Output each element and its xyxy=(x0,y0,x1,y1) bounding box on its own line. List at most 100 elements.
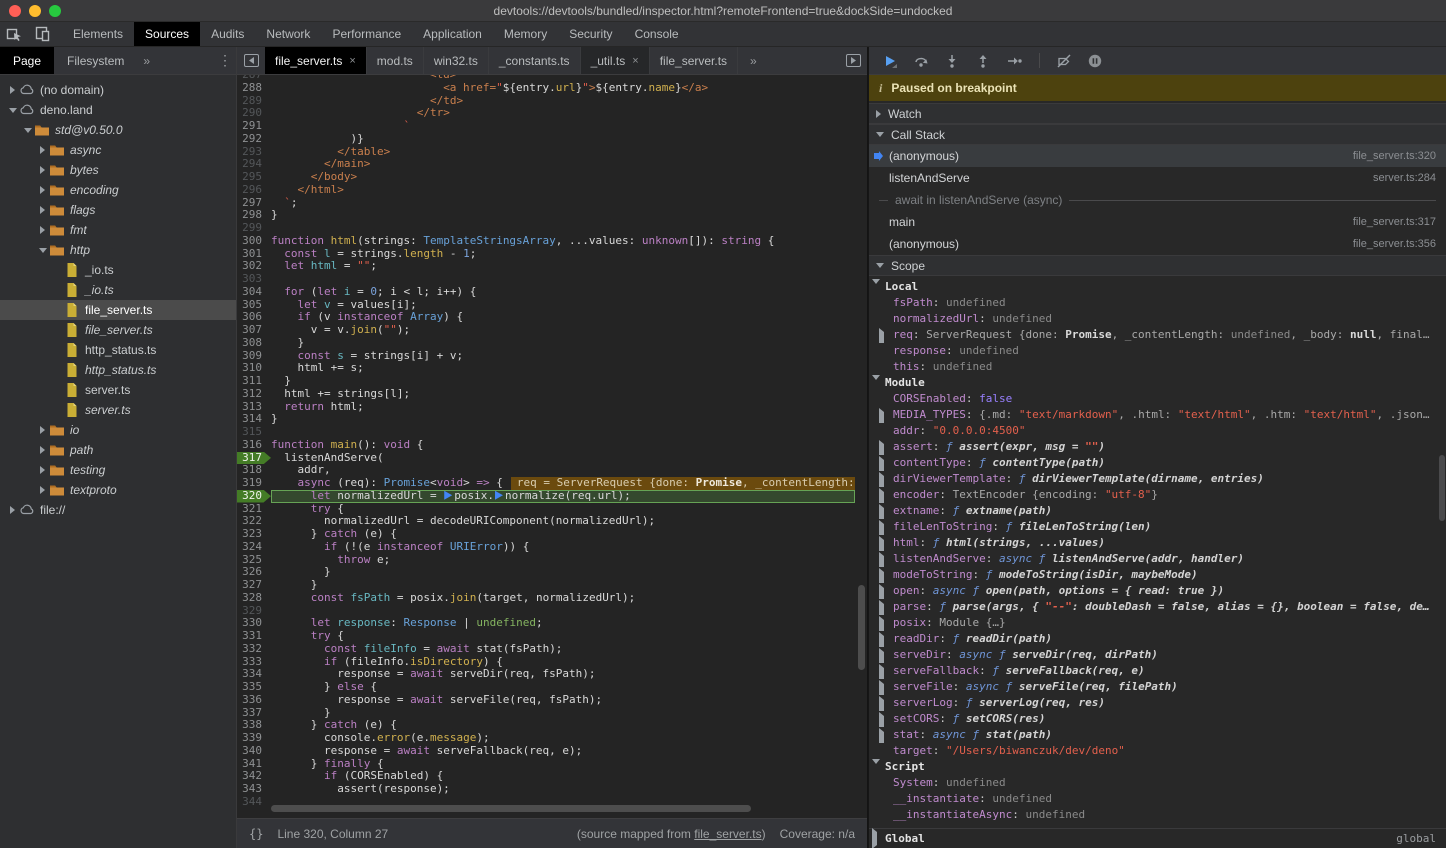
expand-arrow-icon[interactable] xyxy=(879,683,884,695)
code-line-content[interactable]: } xyxy=(271,209,855,222)
main-tab-elements[interactable]: Elements xyxy=(62,22,134,46)
code-line-content[interactable]: v = v.join(""); xyxy=(271,324,855,337)
scope-property[interactable]: target: "/Users/biwanczuk/dev/deno" xyxy=(869,743,1446,759)
deactivate-breakpoints-icon[interactable] xyxy=(1057,54,1071,68)
expand-arrow-icon[interactable] xyxy=(879,571,884,583)
scope-property[interactable]: this: undefined xyxy=(869,359,1446,375)
frame-location[interactable]: file_server.ts:356 xyxy=(1353,238,1436,250)
line-number[interactable]: 303 xyxy=(237,273,271,286)
line-number[interactable]: 328 xyxy=(237,592,271,605)
scope-property[interactable]: posix: Module {…} xyxy=(869,615,1446,631)
scope-property[interactable]: normalizedUrl: undefined xyxy=(869,311,1446,327)
scope-property[interactable]: req: ServerRequest {done: Promise, _cont… xyxy=(869,327,1446,343)
expand-arrow-icon[interactable] xyxy=(879,491,884,503)
line-number[interactable]: 304 xyxy=(237,286,271,299)
expand-arrow-icon[interactable] xyxy=(879,635,884,647)
line-number[interactable]: 339 xyxy=(237,732,271,745)
device-toolbar-icon[interactable] xyxy=(28,22,56,46)
frame-location[interactable]: file_server.ts:320 xyxy=(1353,150,1436,162)
expand-arrow-icon[interactable] xyxy=(879,555,884,567)
scope-property[interactable]: serveFallback: ƒ serveFallback(req, e) xyxy=(869,663,1446,679)
main-tab-security[interactable]: Security xyxy=(558,22,623,46)
tree-item-std@v0.50.0[interactable]: std@v0.50.0 xyxy=(0,120,236,140)
main-tab-network[interactable]: Network xyxy=(255,22,321,46)
scope-property[interactable]: MEDIA_TYPES: {.md: "text/markdown", .htm… xyxy=(869,407,1446,423)
expand-arrow-icon[interactable] xyxy=(36,466,49,474)
scope-property[interactable]: assert: ƒ assert(expr, msg = "") xyxy=(869,439,1446,455)
call-stack-frame[interactable]: listenAndServeserver.ts:284 xyxy=(869,167,1446,189)
expand-arrow-icon[interactable] xyxy=(36,486,49,494)
main-tab-application[interactable]: Application xyxy=(412,22,493,46)
scope-group-local[interactable]: Local xyxy=(869,279,1446,295)
expand-arrow-icon[interactable] xyxy=(36,226,49,234)
more-options-icon[interactable]: ⋮ xyxy=(214,47,236,74)
expand-arrow-icon[interactable] xyxy=(879,603,884,615)
scope-section-header[interactable]: Scope xyxy=(869,255,1446,276)
editor-tab-_constants.ts[interactable]: _constants.ts xyxy=(489,47,581,74)
expand-arrow-icon[interactable] xyxy=(879,619,884,631)
code-line-content[interactable]: assert(response); xyxy=(271,783,855,796)
code-line-content[interactable]: let normalizedUrl = posix.normalize(req.… xyxy=(271,490,855,503)
tab-page[interactable]: Page xyxy=(0,47,54,74)
scope-global-row[interactable]: Global global xyxy=(869,828,1446,848)
expand-arrow-icon[interactable] xyxy=(879,523,884,535)
scope-property[interactable]: serveFile: async ƒ serveFile(req, filePa… xyxy=(869,679,1446,695)
line-number[interactable]: 320 xyxy=(237,490,271,503)
line-number[interactable]: 288 xyxy=(237,82,271,95)
expand-arrow-icon[interactable] xyxy=(879,331,884,343)
scope-property[interactable]: __instantiateAsync: undefined xyxy=(869,807,1446,823)
line-number[interactable]: 343 xyxy=(237,783,271,796)
main-tab-console[interactable]: Console xyxy=(624,22,690,46)
scope-property[interactable]: dirViewerTemplate: ƒ dirViewerTemplate(d… xyxy=(869,471,1446,487)
tree-item-_io.ts[interactable]: _io.ts xyxy=(0,280,236,300)
line-number[interactable]: 291 xyxy=(237,120,271,133)
scope-property[interactable]: encoder: TextEncoder {encoding: "utf-8"} xyxy=(869,487,1446,503)
more-tabs-chevron[interactable]: » xyxy=(137,47,156,74)
expand-arrow-icon[interactable] xyxy=(872,763,880,775)
scope-group-module[interactable]: Module xyxy=(869,375,1446,391)
scope-property[interactable]: listenAndServe: async ƒ listenAndServe(a… xyxy=(869,551,1446,567)
tree-item-flags[interactable]: flags xyxy=(0,200,236,220)
call-stack-frame[interactable]: (anonymous)file_server.ts:320 xyxy=(869,145,1446,167)
expand-arrow-icon[interactable] xyxy=(872,379,880,391)
line-number[interactable]: 299 xyxy=(237,222,271,235)
editor-tab-mod.ts[interactable]: mod.ts xyxy=(367,47,424,74)
tree-item-file[interactable]: file:// xyxy=(0,500,236,520)
main-tab-sources[interactable]: Sources xyxy=(134,22,200,46)
expand-arrow-icon[interactable] xyxy=(879,539,884,551)
scope-group-script[interactable]: Script xyxy=(869,759,1446,775)
line-number[interactable]: 324 xyxy=(237,541,271,554)
editor-tab-_util.ts[interactable]: _util.ts× xyxy=(581,47,650,74)
line-number[interactable]: 311 xyxy=(237,375,271,388)
editor-tab-file_server.ts[interactable]: file_server.ts xyxy=(650,47,738,74)
tab-filesystem[interactable]: Filesystem xyxy=(54,47,137,74)
expand-arrow-icon[interactable] xyxy=(879,715,884,727)
line-number[interactable]: 295 xyxy=(237,171,271,184)
call-stack-frame[interactable]: mainfile_server.ts:317 xyxy=(869,211,1446,233)
tree-item-http_status.ts[interactable]: http_status.ts xyxy=(0,360,236,380)
tree-item-testing[interactable]: testing xyxy=(0,460,236,480)
tree-item-deno.land[interactable]: deno.land xyxy=(0,100,236,120)
expand-arrow-icon[interactable] xyxy=(6,86,19,94)
expand-arrow-icon[interactable] xyxy=(879,411,884,423)
scope-property[interactable]: fileLenToString: ƒ fileLenToString(len) xyxy=(869,519,1446,535)
expand-arrow-icon[interactable] xyxy=(6,108,19,113)
expand-arrow-icon[interactable] xyxy=(36,446,49,454)
watch-section-header[interactable]: Watch xyxy=(869,103,1446,124)
line-number[interactable]: 317 xyxy=(237,452,271,465)
scope-property[interactable]: html: ƒ html(strings, ...values) xyxy=(869,535,1446,551)
hide-debugger-icon[interactable] xyxy=(839,47,867,74)
frame-location[interactable]: server.ts:284 xyxy=(1373,172,1436,184)
tree-item-path[interactable]: path xyxy=(0,440,236,460)
tree-item-fmt[interactable]: fmt xyxy=(0,220,236,240)
line-number[interactable]: 292 xyxy=(237,133,271,146)
code-line-content[interactable]: response = await serveFile(req, fsPath); xyxy=(271,694,855,707)
code-line-content[interactable]: return html; xyxy=(271,401,855,414)
expand-arrow-icon[interactable] xyxy=(879,699,884,711)
code-line-content[interactable]: throw e; xyxy=(271,554,855,567)
scope-property[interactable]: setCORS: ƒ setCORS(res) xyxy=(869,711,1446,727)
tree-item-nodomain[interactable]: (no domain) xyxy=(0,80,236,100)
line-number[interactable]: 331 xyxy=(237,630,271,643)
pause-on-exceptions-icon[interactable] xyxy=(1088,54,1102,68)
code-line-content[interactable]: const fsPath = posix.join(target, normal… xyxy=(271,592,855,605)
